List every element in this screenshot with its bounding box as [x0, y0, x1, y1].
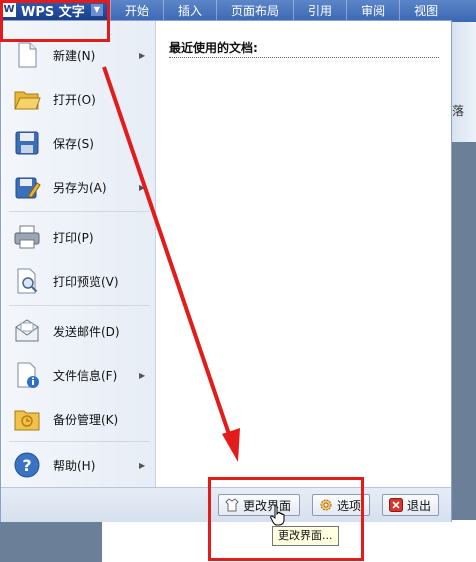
file-info-icon [17, 362, 39, 388]
menu-separator [9, 211, 149, 212]
exit-button[interactable]: 退出 [382, 494, 439, 516]
tab-references[interactable]: 引用 [293, 0, 346, 22]
menu-item-label: 打开(O) [53, 92, 96, 107]
menu-item-label: 打印预览(V) [53, 274, 119, 289]
backup-folder-icon [14, 410, 40, 431]
mail-icon [15, 319, 39, 342]
submenu-arrow-icon: ▶ [139, 50, 146, 60]
help-icon: ? [14, 452, 40, 478]
app-menu-panel: 新建(N) ▶ 打开(O) 保存(S) 另存为(A) ▶ 打印(P) 打印预览(… [0, 20, 452, 522]
menu-item-label: 新建(N) [53, 48, 96, 63]
menu-item-label: 文件信息(F) [53, 368, 118, 383]
menu-item-help[interactable]: ? 帮助(H) ▶ [1, 443, 155, 487]
menu-item-backup[interactable]: 备份管理(K) [1, 397, 155, 441]
menu-item-save-as[interactable]: 另存为(A) ▶ [1, 165, 155, 209]
menu-separator [9, 441, 149, 442]
menu-command-list: 新建(N) ▶ 打开(O) 保存(S) 另存为(A) ▶ 打印(P) 打印预览(… [1, 21, 156, 487]
menu-item-print-preview[interactable]: 打印预览(V) [1, 259, 155, 303]
menu-item-label: 另存为(A) [53, 180, 107, 195]
menu-item-file-info[interactable]: 文件信息(F) ▶ [1, 353, 155, 397]
open-folder-icon [14, 91, 41, 110]
menu-item-save[interactable]: 保存(S) [1, 121, 155, 165]
ribbon-tabs: 开始 插入 页面布局 引用 审阅 视图 [110, 0, 452, 22]
menu-item-label: 保存(S) [53, 136, 94, 151]
annotation-box-app-button [0, 0, 110, 42]
print-preview-icon [17, 268, 38, 294]
save-disk-icon [15, 131, 39, 155]
menu-item-label: 打印(P) [53, 230, 94, 245]
menu-item-open[interactable]: 打开(O) [1, 77, 155, 121]
menu-item-label: 发送邮件(D) [53, 324, 120, 339]
menu-item-send-mail[interactable]: 发送邮件(D) [1, 309, 155, 353]
svg-text:?: ? [22, 456, 31, 475]
ribbon-content-strip [452, 22, 476, 142]
tab-home[interactable]: 开始 [110, 0, 163, 22]
annotation-box-change-ui [208, 477, 364, 561]
menu-separator [9, 305, 149, 306]
submenu-arrow-icon: ▶ [139, 370, 146, 380]
submenu-arrow-icon: ▶ [139, 460, 146, 470]
recent-documents-title: 最近使用的文档: [169, 41, 258, 55]
tab-insert[interactable]: 插入 [163, 0, 216, 22]
tab-view[interactable]: 视图 [399, 0, 452, 22]
close-icon [389, 498, 403, 512]
save-as-icon [15, 177, 41, 199]
recent-documents-divider [169, 57, 439, 58]
new-document-icon [18, 42, 37, 68]
tab-page-layout[interactable]: 页面布局 [216, 0, 293, 22]
menu-item-print[interactable]: 打印(P) [1, 215, 155, 259]
tab-review[interactable]: 审阅 [346, 0, 399, 22]
ribbon-partial-text: 落 [452, 104, 465, 118]
exit-label: 退出 [407, 498, 432, 513]
menu-item-label: 帮助(H) [53, 458, 96, 473]
menu-item-label: 备份管理(K) [53, 412, 119, 427]
submenu-arrow-icon: ▶ [139, 182, 146, 192]
printer-icon [14, 225, 40, 249]
